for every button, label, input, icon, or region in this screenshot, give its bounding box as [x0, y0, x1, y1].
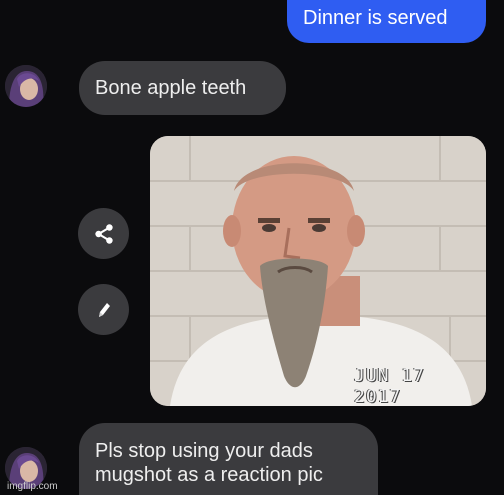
avatar-image — [5, 65, 47, 107]
sent-message-text: Dinner is served — [303, 7, 448, 29]
share-icon — [94, 223, 113, 244]
received-message-line-2: mugshot as a reaction pic — [95, 464, 323, 486]
contact-avatar[interactable] — [5, 65, 47, 107]
received-message-text: Bone apple teeth — [95, 77, 247, 99]
sent-message-bubble[interactable]: Dinner is served — [287, 0, 486, 43]
received-message-bubble-2[interactable]: Pls stop using your dads mugshot as a re… — [79, 423, 378, 495]
pencil-icon — [98, 302, 110, 317]
received-message-line-1: Pls stop using your dads — [95, 440, 313, 462]
watermark-text: imgflip.com — [7, 481, 58, 492]
photo-date-stamp: JUN 17 2017 — [354, 365, 426, 407]
received-message-bubble[interactable]: Bone apple teeth — [79, 61, 286, 115]
share-button[interactable] — [78, 208, 129, 259]
edit-button[interactable] — [78, 284, 129, 335]
